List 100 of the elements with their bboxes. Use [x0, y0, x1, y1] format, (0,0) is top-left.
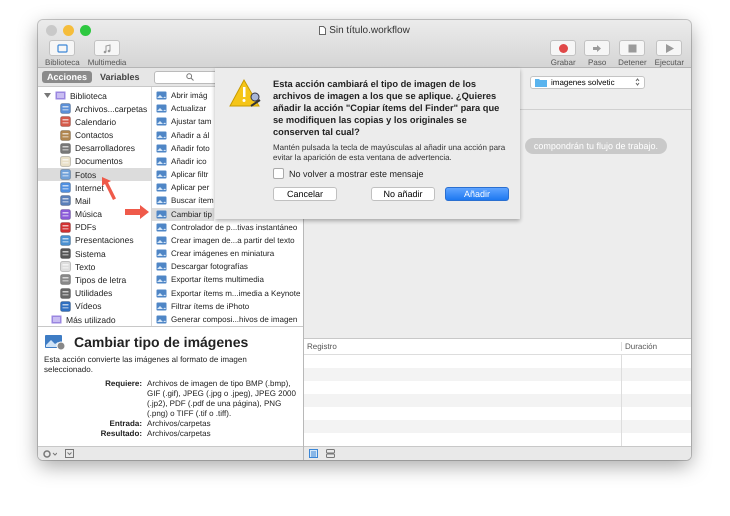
action-row[interactable]: Ajustar tam: [152, 115, 214, 129]
action-row[interactable]: Añadir a ál: [152, 128, 212, 142]
category-icon: [60, 169, 71, 180]
action-row[interactable]: Añadir foto: [152, 142, 212, 155]
collapse-icon: [65, 449, 74, 458]
action-row[interactable]: Crear imagen de...a partir del texto: [152, 234, 297, 248]
category-icon: [60, 234, 71, 246]
action-row[interactable]: Descargar fotografías: [152, 260, 250, 274]
action-row[interactable]: Cambiar tip: [152, 208, 214, 221]
category-icon: [60, 116, 71, 128]
category-icon: [60, 195, 71, 206]
image-icon: [156, 142, 167, 154]
category-row[interactable]: Música: [38, 208, 151, 221]
library-item[interactable]: Más utilizado: [66, 314, 116, 324]
arrow-icon: [124, 205, 150, 219]
image-icon: [156, 116, 167, 128]
search-icon: [186, 73, 194, 81]
category-icon: [60, 300, 71, 312]
action-description: Esta acción convierte las imágenes al formato de imagen seleccionado.: [44, 355, 248, 375]
field-value: Archivos de imagen de tipo BMP (.bmp), GIF (.gif), JPEG (.jpg o .jpeg), JPEG 2000 (.jp2), PDF (.pdf de una página), PNG (.png) o TIFF (.tif o .tiff).: [147, 379, 297, 419]
category-icon: [60, 142, 71, 154]
document-icon: [319, 26, 326, 34]
toolbar-button[interactable]: Biblioteca: [42, 40, 83, 67]
image-icon: [156, 130, 167, 141]
action-row[interactable]: Filtrar ítems de iPhoto: [152, 300, 252, 313]
zoom-button[interactable]: [80, 24, 91, 36]
action-row[interactable]: Crear imágenes en miniatura: [152, 247, 276, 260]
field-value: Archivos/carpetas: [147, 419, 212, 429]
category-row[interactable]: Sistema: [38, 247, 151, 260]
image-icon: [156, 90, 167, 102]
action-row[interactable]: Añadir ico: [152, 154, 209, 168]
category-row[interactable]: Contactos: [38, 128, 151, 142]
image-icon: [156, 274, 167, 286]
gear-icon: [43, 450, 57, 458]
category-row[interactable]: Documentos: [38, 154, 151, 168]
dialog-button[interactable]: Cancelar: [273, 187, 337, 201]
image-icon: [156, 261, 167, 272]
category-row[interactable]: Archivos...carpetas: [38, 102, 151, 116]
category-row[interactable]: Fotos: [38, 168, 151, 182]
image-icon: [156, 222, 167, 233]
list-view-icon: [309, 449, 318, 458]
folder-icon: [51, 314, 62, 325]
field-label: Requiere:: [104, 379, 142, 390]
action-row[interactable]: Exportar ítems multimedia: [152, 273, 266, 287]
action-row[interactable]: Aplicar per: [152, 181, 212, 194]
category-row[interactable]: Vídeos: [38, 300, 151, 313]
field-value: Archivos/carpetas: [147, 429, 212, 439]
category-row[interactable]: Mail: [38, 194, 151, 208]
image-icon: [156, 103, 167, 114]
action-row[interactable]: Abrir imág: [152, 89, 210, 102]
action-row[interactable]: Actualizar: [152, 102, 208, 116]
category-row[interactable]: Calendario: [38, 115, 151, 129]
checkbox-label[interactable]: No volver a mostrar este mensaje: [289, 168, 424, 178]
action-row[interactable]: Aplicar filtr: [152, 168, 210, 182]
split-view-icon: [326, 449, 335, 458]
folder-icon: [535, 78, 547, 87]
folder-icon: [55, 90, 66, 102]
image-icon: [156, 182, 167, 194]
category-icon: [60, 274, 71, 286]
image-icon: [156, 195, 167, 206]
category-row[interactable]: Presentaciones: [38, 234, 151, 248]
category-row[interactable]: Desarrolladores: [38, 142, 151, 155]
checkbox[interactable]: [273, 168, 284, 179]
toolbar-button[interactable]: Paso: [581, 40, 614, 67]
column-header[interactable]: Registro: [304, 342, 621, 352]
action-row[interactable]: Buscar ítem: [152, 194, 216, 208]
minimize-button[interactable]: [63, 24, 74, 36]
disclosure-icon[interactable]: [44, 92, 51, 100]
sidebar-icon: [54, 42, 70, 54]
toolbar-button[interactable]: Grabar: [547, 40, 580, 67]
alert-message: Esta acción cambiará el tipo de imagen de los archivos de imagen a los que se aplique. ¿Quieres añadir la acción "Copiar ítems del Finder" para que se modifiquen las copias y los originales se conserven tal cual?: [273, 78, 500, 138]
action-title: Cambiar tipo de imágenes: [74, 334, 248, 350]
action-row[interactable]: Generar composi...hivos de imagen: [152, 312, 300, 326]
stepper-icon: [635, 78, 640, 86]
category-row[interactable]: PDFs: [38, 220, 151, 234]
category-icon: [60, 130, 71, 141]
library-item[interactable]: Biblioteca: [70, 90, 107, 101]
column-header[interactable]: Duración: [621, 342, 691, 352]
dialog-button[interactable]: No añadir: [371, 187, 435, 201]
category-icon: [60, 103, 71, 114]
field-label: Entrada:: [108, 419, 142, 429]
close-button[interactable]: [46, 24, 57, 36]
category-row[interactable]: Internet: [38, 181, 151, 194]
image-icon: [156, 248, 167, 260]
toolbar-button[interactable]: Ejecutar: [652, 40, 687, 67]
category-row[interactable]: Texto: [38, 260, 151, 274]
image-icon: [156, 300, 167, 312]
folder-popup[interactable]: imagenes solvetic: [530, 76, 645, 89]
tab[interactable]: Variables: [95, 71, 145, 83]
action-row[interactable]: Exportar ítems m...imedia a Keynote: [152, 286, 302, 300]
alert-note: Mantén pulsada la tecla de mayúsculas al añadir una acción para evitar la aparición de esta ventana de advertencia.: [273, 143, 506, 163]
image-icon: [156, 169, 167, 180]
category-row[interactable]: Tipos de letra: [38, 273, 151, 287]
action-row[interactable]: Controlador de p...tivas instantáneo: [152, 220, 300, 234]
image-icon: [156, 314, 167, 325]
image-icon: [156, 208, 167, 220]
toolbar-button[interactable]: Multimedia: [84, 40, 130, 67]
category-icon: [60, 222, 71, 233]
category-row[interactable]: Utilidades: [38, 286, 151, 300]
toolbar-button[interactable]: Detener: [615, 40, 650, 67]
